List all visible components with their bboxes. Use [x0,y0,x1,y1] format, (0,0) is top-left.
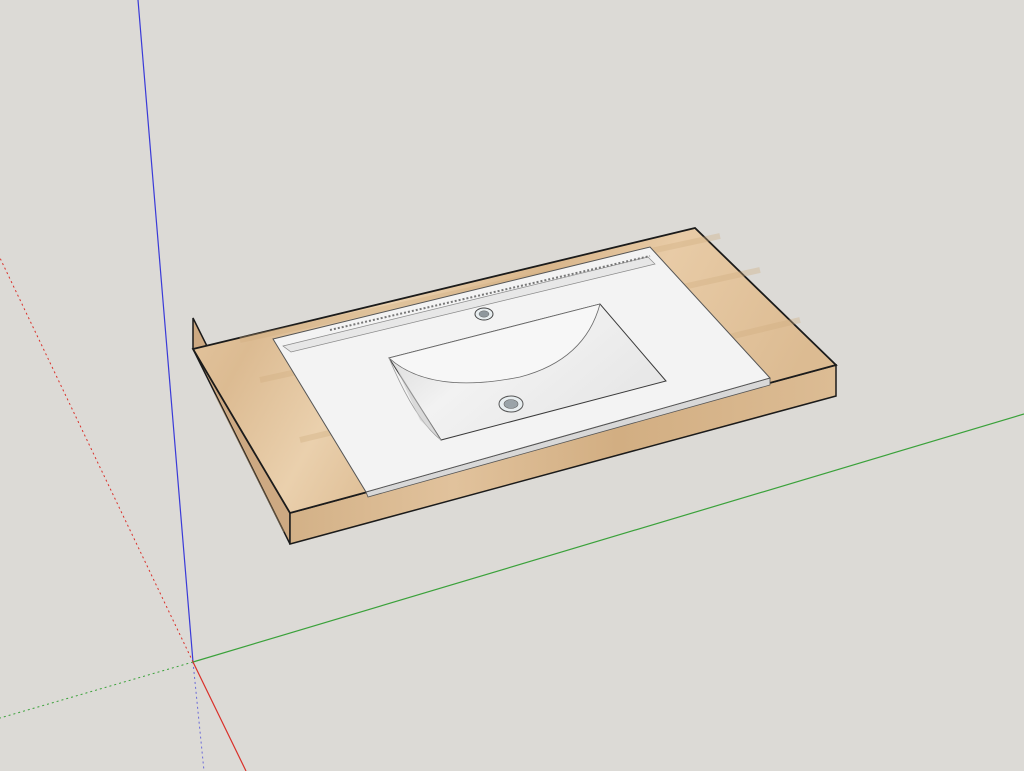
drain-center [503,399,519,409]
sketchup-viewport[interactable] [0,0,1024,771]
3d-scene[interactable] [0,0,1024,771]
faucet-hole-center [478,310,490,318]
